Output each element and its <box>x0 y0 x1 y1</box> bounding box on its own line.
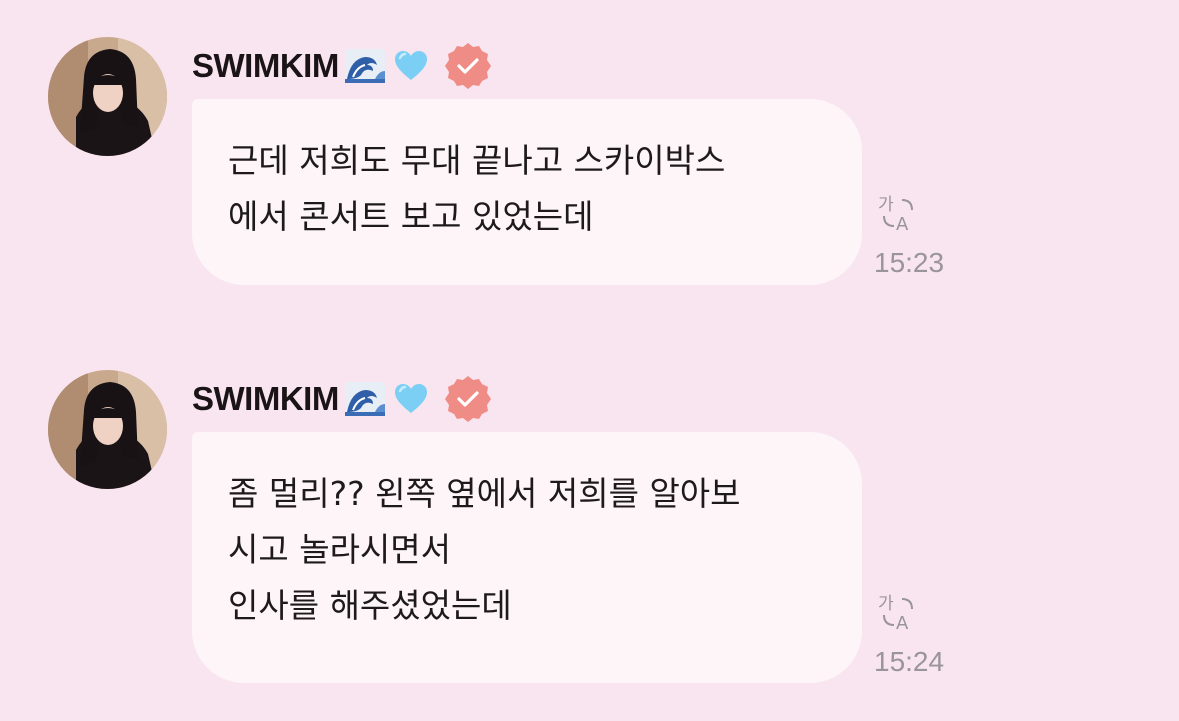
svg-text:가: 가 <box>878 195 894 215</box>
sender-row: SWIMKIM <box>192 40 493 92</box>
sender-name[interactable]: SWIMKIM <box>192 380 339 418</box>
svg-text:A: A <box>896 214 909 234</box>
message-timestamp: 15:24 <box>874 646 945 677</box>
message-text-line: 시고 놀라시면서 <box>228 530 452 569</box>
message-text-line: 좀 멀리?? 왼쪽 옆에서 저희를 알아보 <box>228 474 741 513</box>
light-blue-heart-icon <box>393 382 429 416</box>
sender-name[interactable]: SWIMKIM <box>192 47 339 85</box>
wave-emoji-icon <box>344 49 385 83</box>
message-timestamp: 15:23 <box>874 247 945 278</box>
light-blue-heart-icon <box>393 49 429 83</box>
avatar[interactable] <box>48 370 167 489</box>
svg-text:A: A <box>896 613 909 633</box>
avatar[interactable] <box>48 37 167 156</box>
message-bubble[interactable]: 좀 멀리?? 왼쪽 옆에서 저희를 알아보 시고 놀라시면서 인사를 해주셨었는… <box>192 432 862 683</box>
translate-icon[interactable]: 가 A <box>876 192 918 235</box>
message-text-line: 인사를 해주셨었는데 <box>228 586 512 625</box>
wave-emoji-icon <box>344 382 385 416</box>
message-bubble[interactable]: 근데 저희도 무대 끝나고 스카이박스 에서 콘서트 보고 있었는데 <box>192 99 862 285</box>
message-text-line: 에서 콘서트 보고 있었는데 <box>228 197 594 236</box>
message-text-line: 근데 저희도 무대 끝나고 스카이박스 <box>228 141 726 180</box>
verified-badge-icon <box>443 374 493 424</box>
sender-row: SWIMKIM <box>192 373 493 425</box>
translate-icon[interactable]: 가 A <box>876 591 918 634</box>
svg-text:가: 가 <box>878 594 894 614</box>
verified-badge-icon <box>443 41 493 91</box>
